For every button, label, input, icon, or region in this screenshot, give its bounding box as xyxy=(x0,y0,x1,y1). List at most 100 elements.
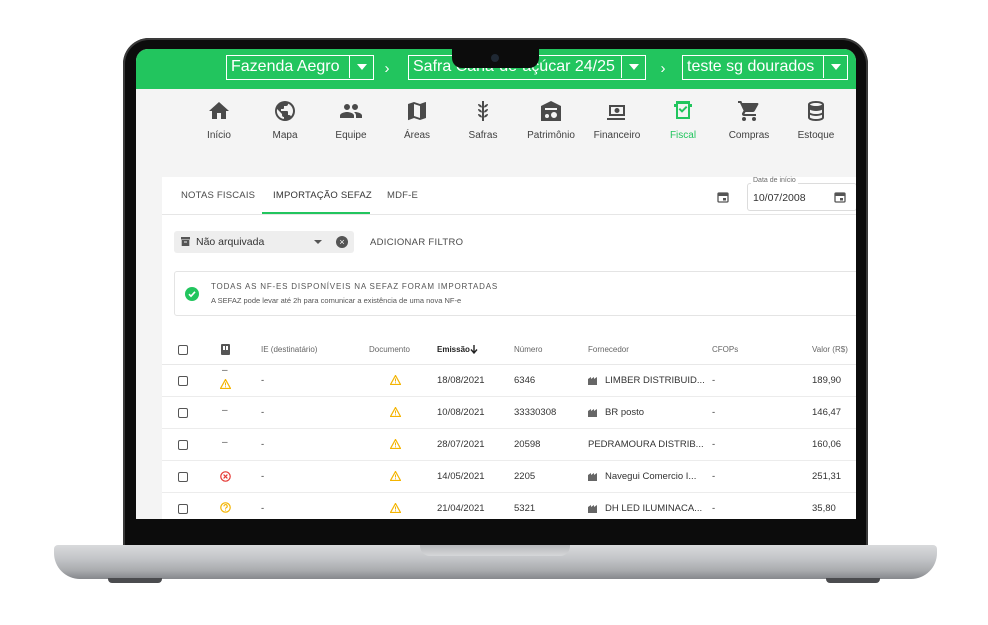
cell-valor: 189,90 xyxy=(812,375,842,386)
fiscal-icon xyxy=(650,99,716,127)
col-emissao[interactable]: Emissão xyxy=(437,345,470,354)
wheat-icon xyxy=(450,99,516,127)
col-numero: Número xyxy=(514,345,543,354)
tab-active-indicator xyxy=(262,212,370,214)
row-checkbox[interactable] xyxy=(178,472,188,482)
import-notice: TODAS AS NF-ES DISPONÍVEIS NA SEFAZ FORA… xyxy=(174,271,856,316)
laptop-foot-right xyxy=(826,578,880,583)
tractor-shed-icon xyxy=(518,99,584,127)
start-date-label: Data de início xyxy=(751,177,798,184)
col-ie: IE (destinatário) xyxy=(261,345,318,354)
nav-label: Equipe xyxy=(335,130,367,141)
breadcrumb-separator-icon: › xyxy=(660,60,666,77)
table-row[interactable]: – - 18/08/2021 6346 LIMBER DISTRIBUID...… xyxy=(162,365,856,397)
col-cfops: CFOPs xyxy=(712,345,739,354)
cell-fornecedor: Navegui Comercio I... xyxy=(605,471,697,482)
col-documento: Documento xyxy=(369,345,410,354)
farm-name: Fazenda Aegro xyxy=(231,58,340,75)
nav-patrimonio[interactable]: Patrimônio xyxy=(518,99,584,141)
warning-icon xyxy=(390,503,401,513)
start-date-field[interactable]: 10/07/2008 xyxy=(747,183,856,211)
building-icon xyxy=(588,473,597,481)
row-checkbox[interactable] xyxy=(178,376,188,386)
nav-label: Patrimônio xyxy=(527,130,575,141)
team-icon xyxy=(318,99,384,127)
filter-chip-archived[interactable]: Não arquivada × xyxy=(174,231,354,253)
database-icon xyxy=(783,99,849,127)
nav-label: Safras xyxy=(468,130,498,141)
cell-valor: 160,06 xyxy=(812,439,842,450)
row-checkbox[interactable] xyxy=(178,408,188,418)
screen: Fazenda Aegro › Safra Cana-de-açúcar 24/… xyxy=(136,49,856,519)
tab-mdfe[interactable]: MDF-E xyxy=(387,190,418,201)
money-icon xyxy=(584,99,650,127)
chevron-down-icon[interactable] xyxy=(349,56,373,78)
content-card: NOTAS FISCAIS IMPORTAÇÃO SEFAZ MDF-E 10/… xyxy=(162,177,856,519)
row-checkbox[interactable] xyxy=(178,440,188,450)
chevron-down-icon[interactable] xyxy=(621,56,645,78)
cell-cfops: - xyxy=(712,439,716,450)
table-row[interactable]: - 21/04/2021 5321 DH LED ILUMINACA... - … xyxy=(162,493,856,519)
workspace-selector[interactable]: teste sg dourados xyxy=(682,55,848,80)
cell-numero: 33330308 xyxy=(514,407,557,418)
archive-icon xyxy=(181,237,190,246)
nav-label: Áreas xyxy=(403,130,431,141)
calendar-icon[interactable] xyxy=(717,191,729,203)
cell-valor: 146,47 xyxy=(812,407,842,418)
calendar-icon[interactable] xyxy=(834,191,846,203)
cell-ie: - xyxy=(261,503,265,514)
cell-emissao: 18/08/2021 xyxy=(437,375,485,386)
nav-compras[interactable]: Compras xyxy=(716,99,782,141)
row-checkbox[interactable] xyxy=(178,504,188,514)
cell-emissao: 14/05/2021 xyxy=(437,471,485,482)
table-row[interactable]: – - 28/07/2021 20598 PEDRAMOURA DISTRIB.… xyxy=(162,429,856,461)
workspace-name: teste sg dourados xyxy=(687,58,815,75)
nav-label: Financeiro xyxy=(593,130,641,141)
cell-fornecedor: DH LED ILUMINACA... xyxy=(605,503,703,514)
warning-icon xyxy=(390,471,401,481)
clear-filter-icon[interactable]: × xyxy=(336,236,348,248)
dash-icon: – xyxy=(222,437,228,448)
question-circle-icon xyxy=(220,502,231,513)
cell-numero: 5321 xyxy=(514,503,536,514)
nav-estoque[interactable]: Estoque xyxy=(783,99,849,141)
globe-icon xyxy=(252,99,318,127)
laptop-base-notch xyxy=(420,545,570,556)
nav-areas[interactable]: Áreas xyxy=(384,99,450,141)
table-row[interactable]: - 14/05/2021 2205 Navegui Comercio I... … xyxy=(162,461,856,493)
tab-notas-fiscais[interactable]: NOTAS FISCAIS xyxy=(181,190,255,201)
nav-label: Início xyxy=(207,130,231,141)
nav-fiscal[interactable]: Fiscal xyxy=(650,99,716,141)
building-icon xyxy=(588,409,597,417)
table-header: IE (destinatário) Documento Emissão Núme… xyxy=(162,337,856,365)
dash-icon: – xyxy=(222,365,228,376)
chevron-down-icon[interactable] xyxy=(314,240,322,244)
cell-emissao: 10/08/2021 xyxy=(437,407,485,418)
farm-selector[interactable]: Fazenda Aegro xyxy=(226,55,374,80)
cell-numero: 2205 xyxy=(514,471,536,482)
breadcrumb-separator-icon: › xyxy=(384,60,390,77)
cart-icon xyxy=(716,99,782,127)
nav-inicio[interactable]: Início xyxy=(186,99,252,141)
nav-mapa[interactable]: Mapa xyxy=(252,99,318,141)
cell-valor: 251,31 xyxy=(812,471,842,482)
col-fornecedor: Fornecedor xyxy=(588,345,629,354)
camera-notch xyxy=(452,49,539,68)
cell-cfops: - xyxy=(712,471,716,482)
nav-safras[interactable]: Safras xyxy=(450,99,516,141)
home-icon xyxy=(186,99,252,127)
tab-bar: NOTAS FISCAIS IMPORTAÇÃO SEFAZ MDF-E 10/… xyxy=(162,177,856,215)
select-all-checkbox[interactable] xyxy=(178,345,188,355)
cell-fornecedor: BR posto xyxy=(605,407,645,418)
nav-equipe[interactable]: Equipe xyxy=(318,99,384,141)
arrow-down-icon[interactable] xyxy=(470,345,478,354)
add-filter-button[interactable]: ADICIONAR FILTRO xyxy=(370,237,463,248)
col-valor: Valor (R$) xyxy=(812,345,848,354)
table-row[interactable]: – - 10/08/2021 33330308 BR posto - 146,4… xyxy=(162,397,856,429)
chevron-down-icon[interactable] xyxy=(823,56,847,78)
nav-financeiro[interactable]: Financeiro xyxy=(584,99,650,141)
cell-ie: - xyxy=(261,407,265,418)
tab-importacao-sefaz[interactable]: IMPORTAÇÃO SEFAZ xyxy=(273,190,372,201)
building-icon xyxy=(588,505,597,513)
warning-icon xyxy=(390,439,401,449)
